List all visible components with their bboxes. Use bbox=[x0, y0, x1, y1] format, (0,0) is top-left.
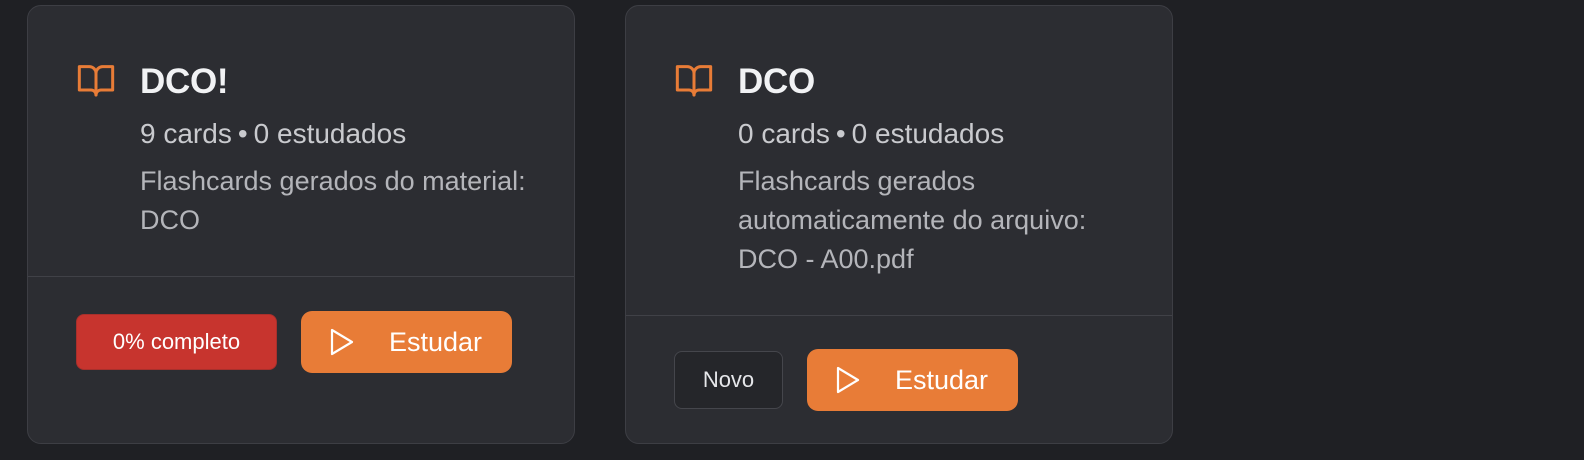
play-icon bbox=[836, 366, 860, 394]
study-button[interactable]: Estudar bbox=[301, 311, 512, 373]
stats-separator: • bbox=[237, 118, 248, 149]
cards-count: 9 cards bbox=[140, 118, 232, 149]
deck-card-body: DCO! 9 cards • 0 estudados Flashcards gera… bbox=[28, 6, 574, 276]
deck-stats: 0 cards • 0 estudados bbox=[738, 114, 1132, 154]
deck-stats: 9 cards • 0 estudados bbox=[140, 114, 534, 154]
studied-count: 0 estudados bbox=[851, 118, 1005, 149]
studied-count: 0 estudados bbox=[253, 118, 407, 149]
deck-card[interactable]: DCO! 9 cards • 0 estudados Flashcards gera… bbox=[27, 5, 575, 444]
deck-description: Flashcards gerados do material: DCO bbox=[140, 166, 526, 235]
play-icon bbox=[330, 328, 354, 356]
stats-separator: • bbox=[835, 118, 846, 149]
book-open-icon bbox=[76, 60, 116, 100]
new-badge: Novo bbox=[674, 351, 783, 409]
book-open-icon bbox=[674, 60, 714, 100]
progress-badge: 0% completo bbox=[76, 314, 277, 370]
cards-count: 0 cards bbox=[738, 118, 830, 149]
deck-card[interactable]: DCO 0 cards • 0 estudados Flashcards gerad… bbox=[625, 5, 1173, 444]
deck-title: DCO! bbox=[140, 62, 229, 101]
deck-card-body: DCO 0 cards • 0 estudados Flashcards gerad… bbox=[626, 6, 1172, 315]
study-button-label: Estudar bbox=[389, 326, 483, 357]
deck-description: Flashcards gerados automaticamente do ar… bbox=[738, 166, 1087, 274]
deck-card-footer: Novo Estudar bbox=[626, 316, 1172, 442]
study-button-label: Estudar bbox=[895, 364, 989, 395]
deck-card-footer: 0% completo Estudar bbox=[28, 277, 574, 405]
deck-title: DCO bbox=[738, 62, 815, 101]
study-button[interactable]: Estudar bbox=[807, 349, 1018, 411]
